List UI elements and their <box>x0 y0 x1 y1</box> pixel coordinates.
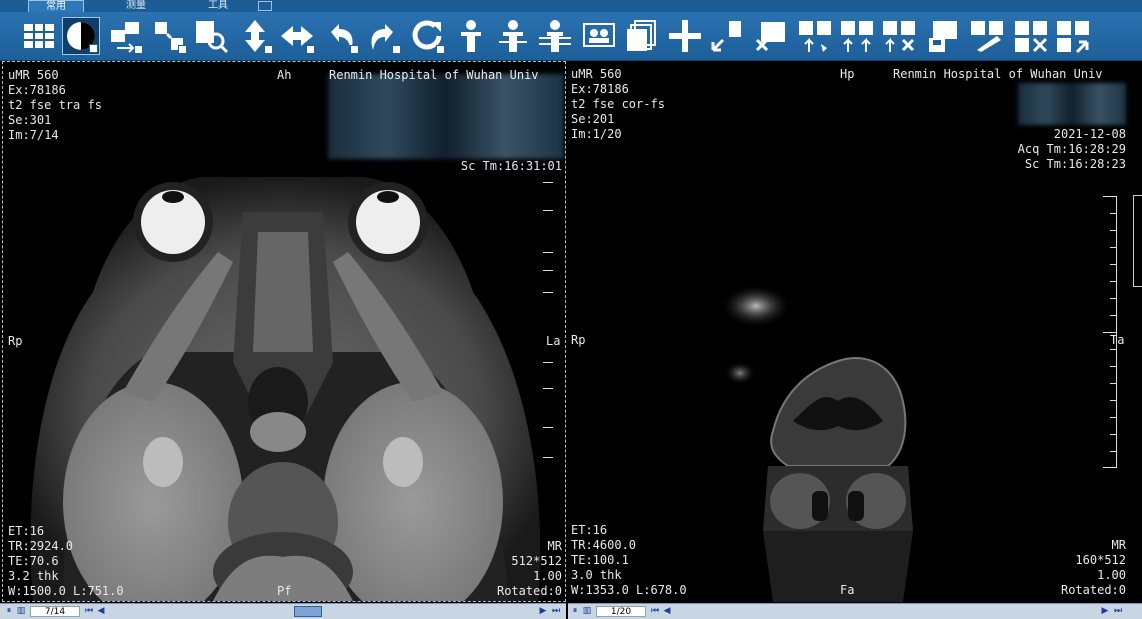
thickness-label: 3.2 thk <box>8 569 59 583</box>
sequence-label: t2 fse cor-fs <box>571 97 665 111</box>
viewport-axial[interactable]: uMR 560 Ex:78186 t2 fse tra fs Se:301 Im… <box>2 61 566 602</box>
zoom-label: 1.00 <box>533 569 562 583</box>
tab-bar: 常用 测量 工具 <box>0 0 1142 12</box>
window-level-label: W:1500.0 L:751.0 <box>8 584 124 598</box>
first-image-icon[interactable]: ⏮ <box>84 606 94 616</box>
pan-vertical-icon[interactable] <box>236 17 274 55</box>
status-bar-coronal: ⏸ ▥ 1/20 ⏮ ◀ ▶ ⏭ <box>568 603 1142 619</box>
tab-measure[interactable]: 测量 <box>108 0 164 12</box>
reset-icon[interactable] <box>408 17 446 55</box>
modality-type-label: MR <box>547 539 562 553</box>
export-icon[interactable] <box>1054 17 1092 55</box>
acq-time-label: Acq Tm:16:28:29 <box>1017 142 1126 156</box>
scale-ruler <box>1103 196 1117 468</box>
redo-icon[interactable] <box>364 17 402 55</box>
series-label: Se:201 <box>571 112 615 126</box>
prev-image-icon[interactable]: ◀ <box>662 606 672 616</box>
tr-label: TR:4600.0 <box>571 538 637 552</box>
swap-series-icon[interactable] <box>106 17 144 55</box>
sequence-label: t2 fse tra fs <box>8 98 102 112</box>
cine-icon[interactable]: ⏸ <box>570 606 580 616</box>
et-label: ET:16 <box>8 524 45 538</box>
cine-icon[interactable]: ⏸ <box>4 606 14 616</box>
crosshair-icon[interactable] <box>666 17 704 55</box>
image-compare-icon[interactable] <box>580 17 618 55</box>
person-lines-icon[interactable] <box>536 17 574 55</box>
modality-type-label: MR <box>1111 538 1126 552</box>
hospital-label: Renmin Hospital of Wuhan Univ <box>329 68 539 82</box>
edit-icon[interactable] <box>968 17 1006 55</box>
exam-label: Ex:78186 <box>571 82 629 96</box>
matrix-label: 160*512 <box>1075 553 1126 567</box>
toolbar <box>0 12 1142 61</box>
series-delete-icon[interactable] <box>880 17 918 55</box>
next-image-icon[interactable]: ▶ <box>538 606 548 616</box>
scale-ruler <box>539 162 553 482</box>
orientation-top: Ah <box>277 68 292 82</box>
series-sync-icon[interactable] <box>838 17 876 55</box>
tr-label: TR:2924.0 <box>8 539 74 553</box>
scan-time-label: Sc Tm:16:28:23 <box>1024 157 1126 171</box>
frame-icon[interactable]: ▥ <box>16 606 26 616</box>
tab-common[interactable]: 常用 <box>28 0 84 12</box>
hospital-label: Renmin Hospital of Wuhan Univ <box>893 67 1103 81</box>
orientation-left: Rp <box>8 334 23 348</box>
redacted-region <box>1018 83 1126 125</box>
layout-grid-icon[interactable] <box>20 17 58 55</box>
first-image-icon[interactable]: ⏮ <box>650 606 660 616</box>
person-icon[interactable] <box>452 17 490 55</box>
pointer-icon[interactable] <box>708 17 746 55</box>
frame-icon[interactable]: ▥ <box>582 606 592 616</box>
orientation-top: Hp <box>840 67 855 81</box>
et-label: ET:16 <box>571 523 608 537</box>
remove-series-icon[interactable] <box>752 17 790 55</box>
tab-tools[interactable]: 工具 <box>190 0 246 12</box>
orientation-bottom: Fa <box>840 583 855 597</box>
rotation-label: Rotated:0 <box>496 584 562 598</box>
modality-label: uMR 560 <box>8 68 59 82</box>
side-panel-handle[interactable] <box>1133 195 1142 287</box>
modality-label: uMR 560 <box>571 67 622 81</box>
image-index-label: Im:1/20 <box>571 127 622 141</box>
te-label: TE:70.6 <box>8 554 59 568</box>
status-bar-axial: ⏸ ▥ 7/14 ⏮ ◀ ▶ ⏭ <box>0 603 566 619</box>
viewport-coronal[interactable]: uMR 560 Ex:78186 t2 fse cor-fs Se:201 Im… <box>568 61 1134 602</box>
image-index-label: Im:7/14 <box>8 128 59 142</box>
last-image-icon[interactable]: ⏭ <box>551 606 561 616</box>
undo-icon[interactable] <box>322 17 360 55</box>
calendar-icon[interactable] <box>258 1 272 11</box>
rotation-label: Rotated:0 <box>1060 583 1126 597</box>
orientation-bottom: Pf <box>277 584 292 598</box>
prev-image-icon[interactable]: ◀ <box>96 606 106 616</box>
link-series-icon[interactable] <box>150 17 188 55</box>
redacted-region <box>328 74 564 159</box>
page-indicator: 7/14 <box>30 606 80 617</box>
last-image-icon[interactable]: ⏭ <box>1113 606 1123 616</box>
grid-delete-icon[interactable] <box>1012 17 1050 55</box>
zoom-icon[interactable] <box>192 17 230 55</box>
date-label: 2021-12-08 <box>1053 127 1126 141</box>
exam-label: Ex:78186 <box>8 83 66 97</box>
save-icon[interactable] <box>924 17 962 55</box>
series-label: Se:301 <box>8 113 52 127</box>
zoom-label: 1.00 <box>1097 568 1126 582</box>
person-split-icon[interactable] <box>494 17 532 55</box>
matrix-label: 512*512 <box>511 554 562 568</box>
page-indicator: 1/20 <box>596 606 646 617</box>
orientation-left: Rp <box>571 333 586 347</box>
image-scroll-thumb[interactable] <box>294 606 322 617</box>
window-level-label: W:1353.0 L:678.0 <box>571 583 687 597</box>
te-label: TE:100.1 <box>571 553 629 567</box>
stack-icon[interactable] <box>622 17 660 55</box>
next-image-icon[interactable]: ▶ <box>1100 606 1110 616</box>
series-up-icon[interactable] <box>796 17 834 55</box>
window-level-icon[interactable] <box>62 17 100 55</box>
pan-horizontal-icon[interactable] <box>278 17 316 55</box>
thickness-label: 3.0 thk <box>571 568 622 582</box>
